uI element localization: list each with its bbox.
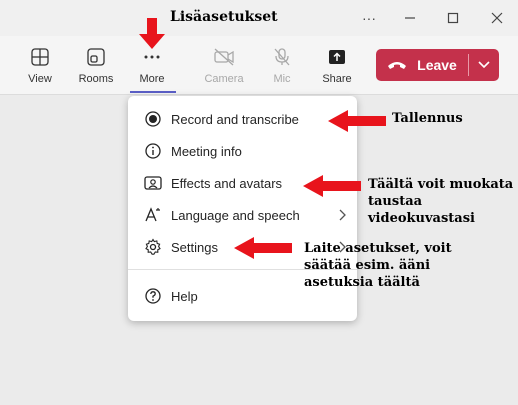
mic-label: Mic bbox=[273, 73, 291, 85]
maximize-icon bbox=[447, 12, 459, 24]
window-menu-button[interactable]: ··· bbox=[355, 6, 383, 30]
title-bar: Lisäasetukset ··· bbox=[0, 0, 518, 36]
ellipsis-icon: ··· bbox=[362, 10, 376, 26]
annotation-settings-line1: Laite asetukset, voit bbox=[304, 241, 452, 256]
rooms-button[interactable]: Rooms bbox=[72, 46, 120, 85]
title-text: Lisäasetukset bbox=[170, 9, 278, 25]
arrow-left-effects-icon bbox=[303, 175, 361, 197]
annotation-settings-line2: säätää esim. ääni bbox=[304, 258, 431, 273]
arrow-down-to-more-icon bbox=[139, 18, 165, 49]
view-button[interactable]: View bbox=[16, 46, 64, 85]
maximize-button[interactable] bbox=[439, 6, 467, 30]
minimize-icon bbox=[405, 17, 415, 19]
chevron-down-icon bbox=[478, 61, 490, 69]
annotation-effects: Täältä voit muokata taustaa videokuvasta… bbox=[368, 176, 518, 227]
menu-item-label: Effects and avatars bbox=[171, 175, 283, 191]
more-selected-indicator bbox=[130, 91, 176, 93]
leave-options-button[interactable] bbox=[469, 60, 499, 70]
menu-item-record[interactable]: Record and transcribe bbox=[128, 104, 357, 134]
annotation-record: Tallennus bbox=[392, 111, 463, 126]
menu-item-label: Settings bbox=[171, 239, 218, 255]
annotation-settings: Laite asetukset, voit säätää esim. ääni … bbox=[304, 240, 452, 291]
share-icon bbox=[329, 50, 345, 64]
close-icon bbox=[491, 12, 503, 24]
menu-item-language[interactable]: Language and speech bbox=[128, 200, 357, 230]
info-icon bbox=[143, 141, 163, 161]
share-label: Share bbox=[322, 73, 352, 85]
close-button[interactable] bbox=[483, 6, 511, 30]
menu-item-label: Help bbox=[171, 288, 198, 304]
record-icon bbox=[143, 109, 163, 129]
effects-icon bbox=[143, 173, 163, 193]
view-label: View bbox=[28, 73, 52, 85]
menu-item-meeting-info[interactable]: Meeting info bbox=[128, 136, 357, 166]
camera-button[interactable]: Camera bbox=[200, 46, 248, 85]
leave-button-group: Leave bbox=[376, 49, 499, 81]
phone-hangup-icon bbox=[388, 62, 407, 69]
language-icon bbox=[143, 205, 163, 225]
more-label: More bbox=[139, 73, 165, 85]
rooms-label: Rooms bbox=[78, 73, 114, 85]
arrow-left-settings-icon bbox=[234, 237, 292, 259]
arrow-left-record-icon bbox=[328, 110, 386, 132]
mic-off-icon bbox=[274, 48, 290, 66]
grid-view-icon bbox=[31, 48, 49, 66]
help-icon bbox=[143, 286, 163, 306]
share-button[interactable]: Share bbox=[313, 46, 361, 85]
leave-button[interactable]: Leave bbox=[376, 49, 468, 81]
annotation-effects-line2: taustaa videokuvastasi bbox=[368, 194, 475, 226]
more-button[interactable]: More bbox=[128, 46, 176, 85]
menu-item-label: Meeting info bbox=[171, 143, 242, 159]
annotation-settings-line3: asetuksia täältä bbox=[304, 275, 420, 290]
minimize-button[interactable] bbox=[396, 6, 424, 30]
leave-label: Leave bbox=[417, 57, 457, 73]
mic-button[interactable]: Mic bbox=[258, 46, 306, 85]
camera-off-icon bbox=[214, 48, 234, 66]
chevron-right-icon bbox=[339, 209, 346, 221]
rooms-icon bbox=[87, 48, 105, 66]
camera-label: Camera bbox=[204, 73, 244, 85]
more-icon bbox=[144, 55, 160, 59]
gear-icon bbox=[143, 237, 163, 257]
menu-item-label: Record and transcribe bbox=[171, 111, 299, 127]
menu-item-label: Language and speech bbox=[171, 207, 300, 223]
annotation-effects-line1: Täältä voit muokata bbox=[368, 177, 514, 192]
